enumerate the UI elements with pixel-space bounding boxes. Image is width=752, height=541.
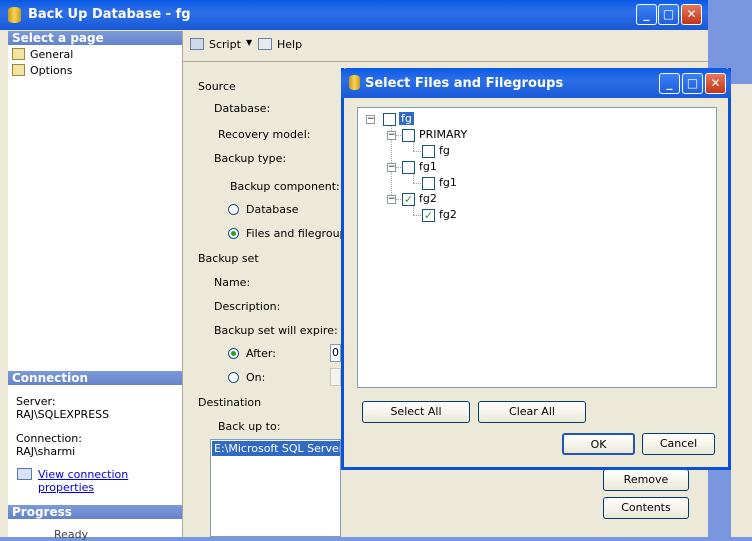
fg2-file-checkbox[interactable]: ✓ <box>422 209 435 222</box>
page-label: Options <box>30 64 73 77</box>
left-pane: Select a page General Options Connection… <box>8 31 183 541</box>
ok-button[interactable]: OK <box>562 433 635 455</box>
destination-list[interactable]: E:\Microsoft SQL Server\M <box>210 439 341 537</box>
minimize-button[interactable]: _ <box>636 4 657 25</box>
on-label: On: <box>246 371 266 384</box>
collapse-icon[interactable]: − <box>387 163 396 172</box>
server-label: Server: <box>16 395 56 408</box>
dialog-maximize-button[interactable]: □ <box>682 73 703 94</box>
backup-type-label: Backup type: <box>214 152 287 165</box>
dropdown-arrow-icon: ▼ <box>246 38 253 47</box>
fg1-checkbox[interactable] <box>402 161 415 174</box>
page-icon <box>12 64 25 76</box>
after-days-value: 0 <box>332 346 339 359</box>
tree-node-primary[interactable]: PRIMARY <box>419 128 467 141</box>
root-checkbox[interactable] <box>383 113 396 126</box>
dialog-titlebar: Select Files and Filegroups _ □ ✕ <box>341 68 731 98</box>
tree-node-fg2[interactable]: fg2 <box>419 192 437 205</box>
recovery-model-label: Recovery model: <box>218 128 311 141</box>
connection-label: Connection: <box>16 432 82 445</box>
fg2-checkbox[interactable]: ✓ <box>402 193 415 206</box>
backup-to-label: Back up to: <box>218 420 281 433</box>
toolbar-divider <box>183 61 708 62</box>
primary-checkbox[interactable] <box>402 129 415 142</box>
select-all-button[interactable]: Select All <box>362 401 470 423</box>
view-connection-properties-link[interactable]: View connection properties <box>38 468 182 494</box>
page-icon <box>12 48 25 60</box>
after-label: After: <box>246 347 276 360</box>
database-icon <box>349 75 360 90</box>
progress-status: Ready <box>54 528 89 541</box>
background-window-strip <box>731 84 752 537</box>
server-value: RAJ\SQLEXPRESS <box>16 408 110 421</box>
tree-node-fg1-file[interactable]: fg1 <box>439 176 457 189</box>
after-radio[interactable] <box>228 348 239 359</box>
page-item-general[interactable]: General <box>10 47 178 62</box>
backup-component-label: Backup component: <box>230 180 340 193</box>
component-files-label: Files and filegroups: <box>246 227 356 240</box>
database-icon <box>8 7 21 23</box>
tree-connector <box>413 141 414 151</box>
fg1-file-checkbox[interactable] <box>422 177 435 190</box>
name-label: Name: <box>214 276 251 289</box>
collapse-icon[interactable]: − <box>387 195 396 204</box>
destination-item[interactable]: E:\Microsoft SQL Server\M <box>212 441 340 456</box>
source-section-title: Source <box>198 80 236 93</box>
clear-all-button[interactable]: Clear All <box>478 401 586 423</box>
tree-connector <box>413 205 414 215</box>
page-item-options[interactable]: Options <box>10 63 178 78</box>
connection-header: Connection <box>8 371 182 385</box>
select-files-dialog: Select Files and Filegroups _ □ ✕ − fg −… <box>341 68 731 470</box>
filegroup-tree[interactable]: − fg − PRIMARY fg − fg1 fg1 − ✓ fg2 ✓ fg… <box>357 107 717 388</box>
select-page-header: Select a page <box>8 31 182 45</box>
component-database-radio[interactable] <box>228 204 239 215</box>
collapse-icon[interactable]: − <box>387 131 396 140</box>
description-label: Description: <box>214 300 281 313</box>
collapse-icon[interactable]: − <box>366 115 375 124</box>
maximize-button[interactable]: □ <box>658 4 679 25</box>
progress-header: Progress <box>8 505 182 519</box>
connection-icon <box>17 468 32 480</box>
script-label: Script <box>209 38 241 51</box>
on-date-picker[interactable] <box>330 368 341 386</box>
expire-label: Backup set will expire: <box>214 324 338 337</box>
script-icon <box>190 38 204 50</box>
tree-node-fg2-file[interactable]: fg2 <box>439 208 457 221</box>
dialog-minimize-button[interactable]: _ <box>659 73 680 94</box>
destination-section-title: Destination <box>198 396 262 409</box>
close-button[interactable]: ✕ <box>681 4 702 25</box>
help-icon <box>258 38 272 50</box>
tree-connector <box>413 173 414 183</box>
tree-node-primary-file[interactable]: fg <box>439 144 450 157</box>
tree-node-fg1[interactable]: fg1 <box>419 160 437 173</box>
contents-button[interactable]: Contents <box>603 497 689 519</box>
component-database-label: Database <box>246 203 299 216</box>
component-files-radio[interactable] <box>228 228 239 239</box>
dialog-close-button[interactable]: ✕ <box>705 73 726 94</box>
database-label: Database: <box>214 102 271 115</box>
dialog-title: Select Files and Filegroups <box>365 76 564 91</box>
help-label: Help <box>277 38 303 51</box>
main-titlebar: Back Up Database - fg _ □ ✕ <box>0 0 708 30</box>
after-days-input[interactable]: 0 <box>330 344 341 362</box>
backup-set-section-title: Backup set <box>198 252 259 265</box>
page-label: General <box>30 48 74 61</box>
remove-button[interactable]: Remove <box>603 469 689 491</box>
main-title: Back Up Database - fg <box>28 7 191 22</box>
tree-node-root[interactable]: fg <box>399 112 414 125</box>
connection-value: RAJ\sharmi <box>16 445 76 458</box>
on-radio[interactable] <box>228 372 239 383</box>
cancel-button[interactable]: Cancel <box>642 433 715 455</box>
primary-file-checkbox[interactable] <box>422 145 435 158</box>
